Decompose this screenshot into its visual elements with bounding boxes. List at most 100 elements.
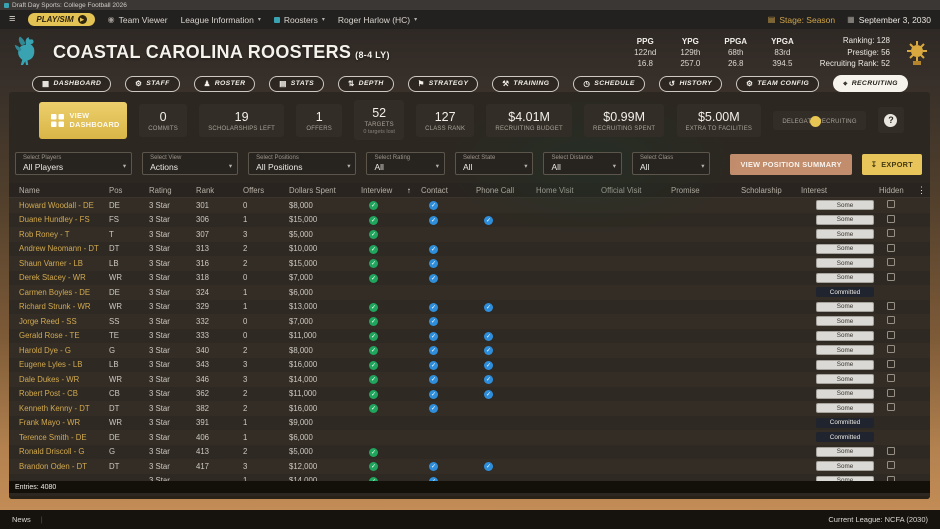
- table-row[interactable]: Howard Woodall - DE DE 3 Star 301 0 $8,0…: [9, 198, 930, 213]
- hidden-checkbox[interactable]: [887, 360, 895, 368]
- interest-button[interactable]: Some: [816, 302, 874, 312]
- interview-cell[interactable]: ✓: [361, 345, 421, 355]
- contact-cell[interactable]: ✓: [421, 302, 476, 312]
- col-official-visit[interactable]: Official Visit: [601, 186, 671, 195]
- col-contact[interactable]: Contact: [421, 186, 476, 195]
- interview-cell[interactable]: ✓: [361, 244, 421, 254]
- export-button[interactable]: ↧ EXPORT: [862, 154, 922, 175]
- interview-cell[interactable]: ✓: [361, 200, 421, 210]
- select-positions[interactable]: Select PositionsAll Positions▾: [248, 152, 356, 175]
- select-view[interactable]: Select ViewActions▾: [142, 152, 238, 175]
- hidden-checkbox[interactable]: [887, 447, 895, 455]
- tab-dashboard[interactable]: ▦DASHBOARD: [32, 76, 111, 92]
- contact-cell[interactable]: ✓: [421, 345, 476, 355]
- phone-call-cell[interactable]: [476, 229, 536, 240]
- col-scholarship[interactable]: Scholarship: [741, 186, 801, 195]
- play-sim-button[interactable]: PLAY/SIM ▶: [28, 13, 94, 26]
- menu-roosters[interactable]: Roosters ▾: [274, 15, 325, 25]
- select-state[interactable]: Select StateAll▾: [455, 152, 534, 175]
- table-row[interactable]: Terence Smith - DE DE 3 Star 406 1 $6,00…: [9, 430, 930, 445]
- contact-cell[interactable]: ✓: [421, 316, 476, 326]
- interview-cell[interactable]: ✓: [361, 229, 421, 239]
- interest-button[interactable]: Some: [816, 215, 874, 225]
- interview-cell[interactable]: ✓: [361, 389, 421, 399]
- table-row[interactable]: Jorge Reed - SS SS 3 Star 332 0 $7,000 ✓…: [9, 314, 930, 329]
- phone-call-cell[interactable]: [476, 258, 536, 269]
- interest-button[interactable]: Some: [816, 374, 874, 384]
- contact-cell[interactable]: ✓: [421, 215, 476, 225]
- hidden-checkbox[interactable]: [887, 302, 895, 310]
- tab-training[interactable]: ⚒TRAINING: [492, 76, 559, 92]
- table-row[interactable]: Gerald Rose - TE TE 3 Star 333 0 $11,000…: [9, 329, 930, 344]
- contact-cell[interactable]: [421, 446, 476, 457]
- contact-cell[interactable]: ✓: [421, 200, 476, 210]
- hidden-checkbox[interactable]: [887, 316, 895, 324]
- interview-cell[interactable]: ✓: [361, 273, 421, 283]
- phone-call-cell[interactable]: [476, 446, 536, 457]
- menu-team-viewer[interactable]: ◉ Team Viewer: [108, 15, 168, 25]
- interest-button[interactable]: Some: [816, 345, 874, 355]
- col-rank[interactable]: Rank: [196, 186, 243, 195]
- recruit-name-link[interactable]: Carmen Boyles - DE: [19, 288, 109, 297]
- contact-cell[interactable]: ✓: [421, 374, 476, 384]
- table-row[interactable]: Derek Stacey - WR WR 3 Star 318 0 $7,000…: [9, 271, 930, 286]
- column-menu-icon[interactable]: ⋮: [913, 185, 930, 196]
- table-row[interactable]: Shaun Varner - LB LB 3 Star 316 2 $15,00…: [9, 256, 930, 271]
- recruit-name-link[interactable]: Rob Roney - T: [19, 230, 109, 239]
- interview-cell[interactable]: [361, 432, 421, 443]
- hidden-checkbox[interactable]: [887, 244, 895, 252]
- tab-schedule[interactable]: ◷SCHEDULE: [573, 76, 645, 92]
- recruit-name-link[interactable]: Jorge Reed - SS: [19, 317, 109, 326]
- phone-call-cell[interactable]: [476, 403, 536, 414]
- recruit-name-link[interactable]: Andrew Neomann - DT: [19, 244, 109, 253]
- interview-cell[interactable]: [361, 287, 421, 298]
- phone-call-cell[interactable]: ✓: [476, 389, 536, 399]
- table-row[interactable]: Richard Strunk - WR WR 3 Star 329 1 $13,…: [9, 300, 930, 315]
- interest-button[interactable]: Some: [816, 244, 874, 254]
- menu-coach[interactable]: Roger Harlow (HC) ▾: [338, 15, 417, 25]
- interview-cell[interactable]: ✓: [361, 258, 421, 268]
- recruit-name-link[interactable]: Shaun Varner - LB: [19, 259, 109, 268]
- interview-cell[interactable]: ✓: [361, 360, 421, 370]
- contact-cell[interactable]: ✓: [421, 258, 476, 268]
- phone-call-cell[interactable]: [476, 243, 536, 254]
- recruit-name-link[interactable]: Derek Stacey - WR: [19, 273, 109, 282]
- interest-button[interactable]: Some: [816, 403, 874, 413]
- col-interview[interactable]: Interview↑: [361, 186, 421, 195]
- table-row[interactable]: Ronald Driscoll - G G 3 Star 413 2 $5,00…: [9, 445, 930, 460]
- hidden-checkbox[interactable]: [887, 258, 895, 266]
- hidden-checkbox[interactable]: [887, 273, 895, 281]
- col-offers[interactable]: Offers: [243, 186, 289, 195]
- hidden-checkbox[interactable]: [887, 389, 895, 397]
- col-phone-call[interactable]: Phone Call: [476, 186, 536, 195]
- recruit-name-link[interactable]: Eugene Lyles - LB: [19, 360, 109, 369]
- phone-call-cell[interactable]: ✓: [476, 374, 536, 384]
- col-hidden[interactable]: Hidden: [879, 186, 913, 195]
- table-row[interactable]: Duane Hundley - FS FS 3 Star 306 1 $15,0…: [9, 213, 930, 228]
- interview-cell[interactable]: ✓: [361, 374, 421, 384]
- tab-stats[interactable]: ▤STATS: [269, 76, 324, 92]
- hidden-checkbox[interactable]: [887, 331, 895, 339]
- recruit-name-link[interactable]: Harold Dye - G: [19, 346, 109, 355]
- col-rating[interactable]: Rating: [149, 186, 196, 195]
- phone-call-cell[interactable]: [476, 272, 536, 283]
- table-row[interactable]: Robert Post - CB CB 3 Star 362 2 $11,000…: [9, 387, 930, 402]
- tab-recruiting[interactable]: ⌖RECRUITING: [833, 75, 908, 92]
- interview-cell[interactable]: [361, 417, 421, 428]
- interest-button[interactable]: Committed: [816, 432, 874, 442]
- contact-cell[interactable]: [421, 287, 476, 298]
- select-rating[interactable]: Select RatingAll▾: [366, 152, 445, 175]
- phone-call-cell[interactable]: ✓: [476, 461, 536, 471]
- col-promise[interactable]: Promise: [671, 186, 741, 195]
- tab-history[interactable]: ↺HISTORY: [659, 76, 722, 92]
- recruit-name-link[interactable]: Terence Smith - DE: [19, 433, 109, 442]
- col-pos[interactable]: Pos: [109, 186, 149, 195]
- view-dashboard-button[interactable]: VIEW DASHBOARD: [39, 102, 127, 139]
- tab-roster[interactable]: ♟ROSTER: [194, 76, 256, 92]
- table-row[interactable]: Harold Dye - G G 3 Star 340 2 $8,000 ✓ ✓…: [9, 343, 930, 358]
- phone-call-cell[interactable]: [476, 287, 536, 298]
- contact-cell[interactable]: ✓: [421, 244, 476, 254]
- interest-button[interactable]: Committed: [816, 287, 874, 297]
- select-players[interactable]: Select PlayersAll Players▾: [15, 152, 132, 175]
- recruit-name-link[interactable]: Richard Strunk - WR: [19, 302, 109, 311]
